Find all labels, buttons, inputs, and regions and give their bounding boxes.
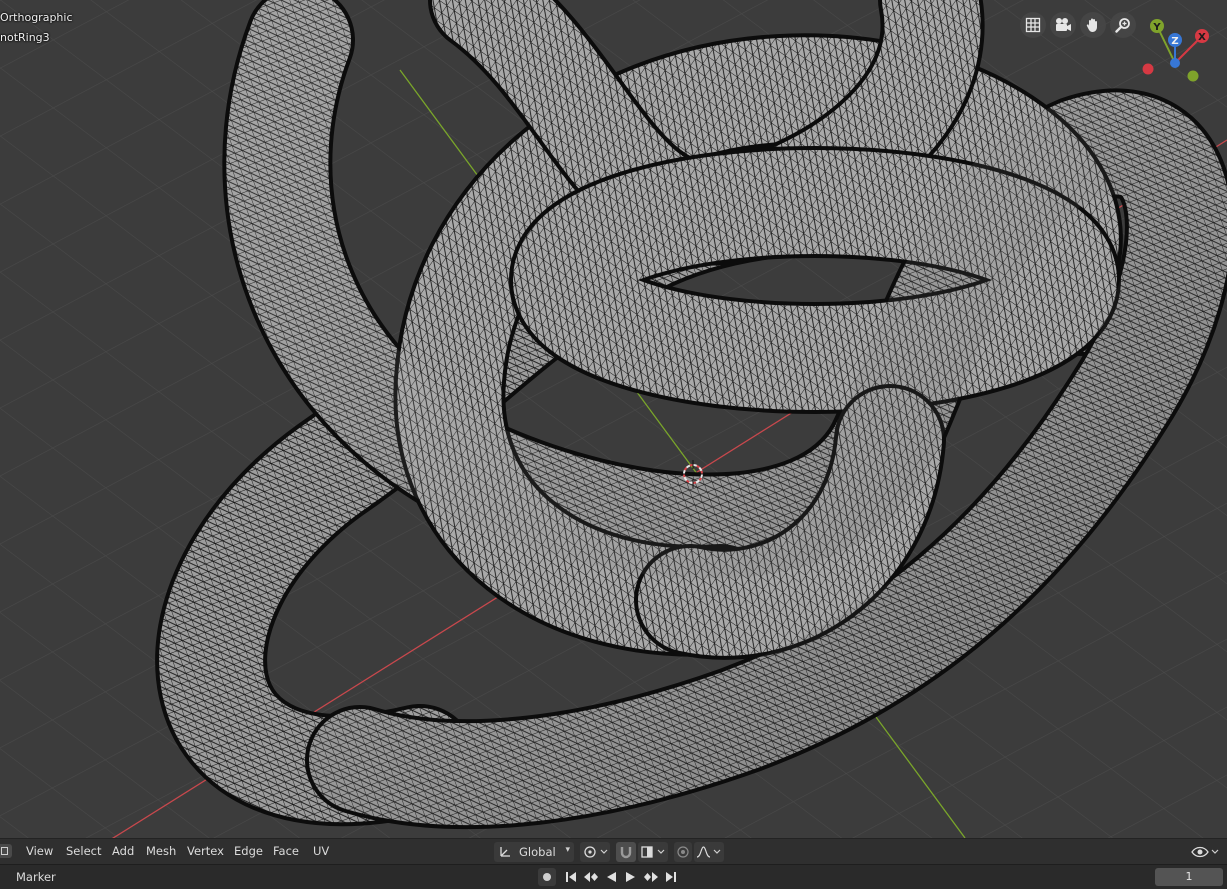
play-reverse-icon	[607, 872, 616, 882]
play-button[interactable]	[622, 868, 640, 886]
menu-vertex[interactable]: Vertex	[187, 844, 224, 858]
snap-target-dropdown[interactable]	[638, 842, 668, 862]
prev-keyframe-icon	[584, 872, 598, 882]
eye-icon	[1191, 846, 1219, 858]
gizmo-y-label: Y	[1152, 22, 1161, 33]
active-object-label: notRing3	[0, 31, 50, 44]
gizmo-y-icon[interactable]: Y	[1150, 19, 1164, 33]
3d-viewport[interactable]: Orthographic notRing3 X Y Z	[0, 0, 1227, 838]
view-name-label: Orthographic	[0, 11, 73, 24]
gizmo-neg-z-icon[interactable]	[1170, 58, 1180, 68]
snap-toggle[interactable]	[616, 842, 636, 862]
current-frame-field[interactable]: 1	[1155, 868, 1223, 886]
chevron-down-icon: ▾	[565, 845, 570, 855]
orientation-axes-icon	[500, 847, 510, 857]
gizmo-z-label: Z	[1171, 36, 1178, 47]
play-reverse-button[interactable]	[602, 868, 620, 886]
proportional-falloff-dropdown[interactable]	[694, 842, 724, 862]
magnet-icon	[620, 847, 632, 859]
jump-start-icon	[566, 872, 576, 882]
timeline-header: Marker 1	[0, 864, 1227, 889]
menu-view[interactable]: View	[26, 844, 53, 858]
gizmo-z-icon[interactable]: Z	[1168, 33, 1182, 47]
record-button[interactable]	[538, 868, 556, 886]
previous-keyframe-button[interactable]	[582, 868, 600, 886]
menu-mesh[interactable]: Mesh	[146, 844, 176, 858]
transform-orientation-dropdown[interactable]: Global ▾	[494, 842, 574, 862]
pivot-point-dropdown[interactable]	[580, 842, 610, 862]
gizmo-neg-y-icon[interactable]	[1187, 70, 1199, 82]
scene-canvas[interactable]	[0, 0, 1227, 838]
transform-orientation-label: Global	[519, 845, 556, 859]
menu-edge[interactable]: Edge	[234, 844, 263, 858]
viewport-header: View Select Add Mesh Vertex Edge Face UV…	[0, 838, 1227, 864]
gizmo-neg-x-icon[interactable]	[1142, 63, 1154, 75]
menu-face[interactable]: Face	[273, 844, 299, 858]
jump-end-icon	[666, 872, 676, 882]
toggle-grid-view-icon[interactable]	[1020, 12, 1046, 38]
gizmo-x-label: X	[1198, 32, 1206, 43]
menu-add[interactable]: Add	[112, 844, 134, 858]
editor-type-icon[interactable]	[0, 844, 12, 858]
pivot-icon	[584, 846, 608, 858]
record-icon	[543, 873, 551, 881]
navigation-gizmo[interactable]: X Y Z	[1138, 16, 1224, 86]
snap-increment-icon	[641, 846, 665, 858]
gizmo-x-icon[interactable]: X	[1195, 29, 1209, 43]
camera-view-icon[interactable]	[1050, 12, 1076, 38]
menu-uv[interactable]: UV	[313, 844, 329, 858]
menu-select[interactable]: Select	[66, 844, 101, 858]
visibility-dropdown[interactable]	[1190, 842, 1222, 862]
next-keyframe-icon	[644, 872, 658, 882]
next-keyframe-button[interactable]	[642, 868, 660, 886]
jump-to-start-button[interactable]	[562, 868, 580, 886]
menu-marker[interactable]: Marker	[16, 870, 56, 884]
play-icon	[626, 872, 635, 882]
pan-hand-icon[interactable]	[1080, 12, 1106, 38]
jump-to-end-button[interactable]	[662, 868, 680, 886]
zoom-icon[interactable]	[1110, 12, 1136, 38]
proportional-edit-icon	[677, 846, 689, 858]
proportional-edit-toggle[interactable]	[674, 842, 692, 862]
navigation-tools	[1020, 12, 1136, 38]
falloff-curve-icon	[696, 846, 721, 858]
